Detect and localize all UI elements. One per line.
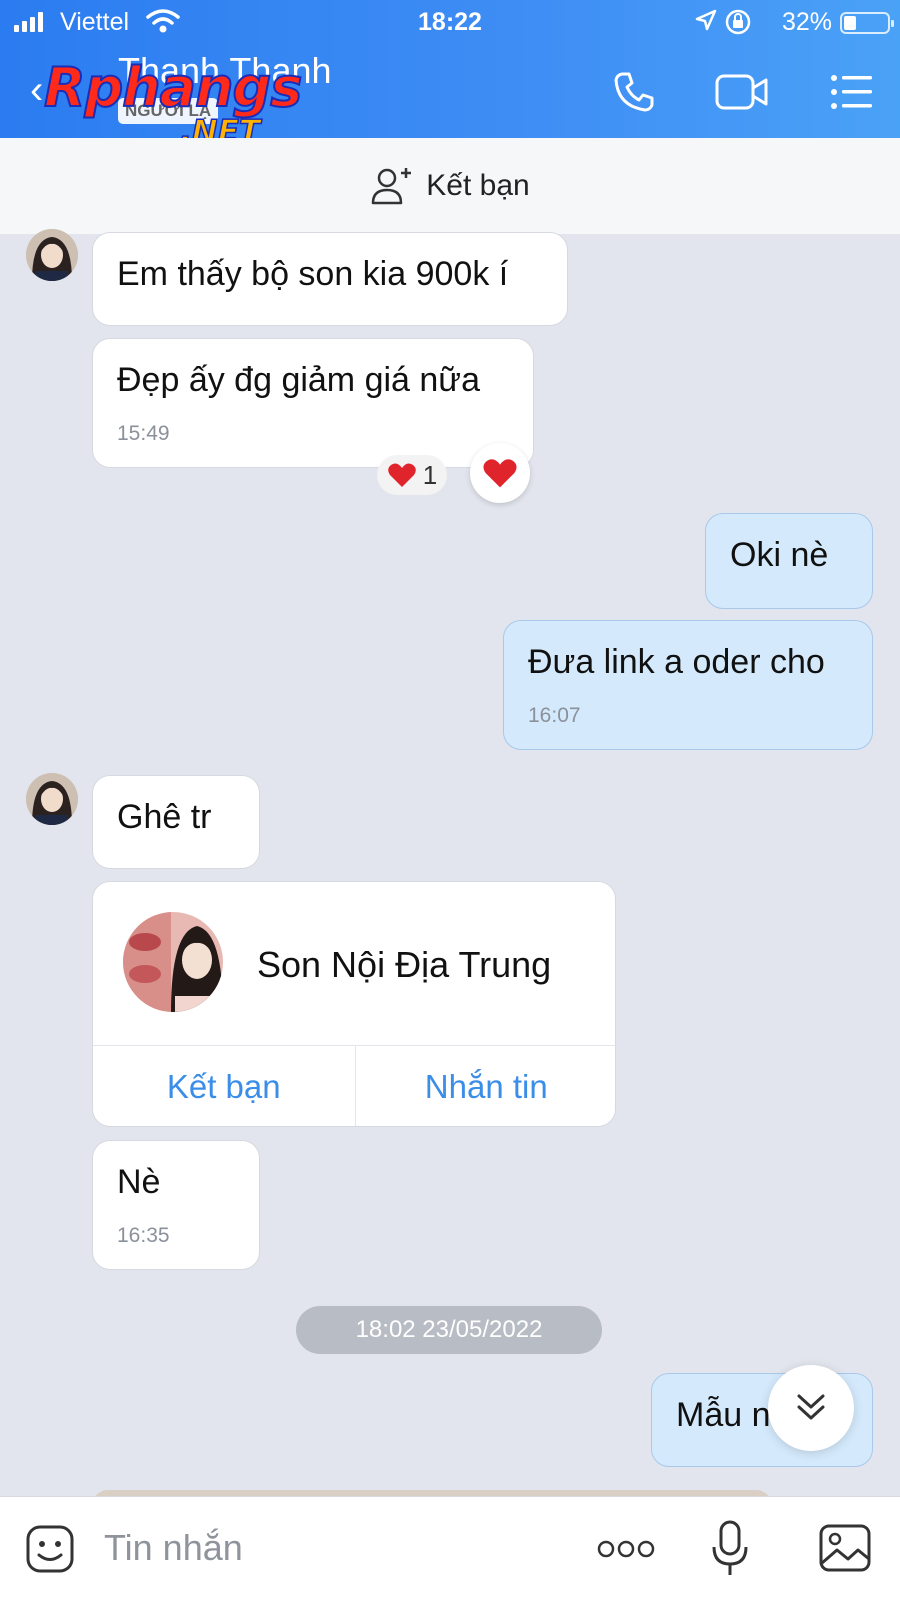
message-text: Đẹp ấy đg giảm giá nữa — [117, 361, 480, 399]
phone-icon[interactable] — [610, 68, 658, 116]
sticker-icon[interactable] — [24, 1523, 76, 1575]
battery-percent: 32% — [781, 8, 832, 36]
message-bubble-outgoing[interactable]: Oki nè — [705, 513, 873, 609]
message-bubble-incoming[interactable]: Nè 16:35 — [92, 1140, 260, 1270]
more-icon[interactable] — [596, 1535, 656, 1563]
rotation-lock-icon — [725, 9, 751, 35]
message-input[interactable]: Tin nhắn — [104, 1527, 243, 1569]
chat-header: Viettel 18:22 32% ‹ Thanh Thanh NGƯỜI LẠ… — [0, 0, 900, 151]
message-text: Đưa link a oder cho — [528, 643, 825, 681]
image-icon[interactable] — [818, 1523, 872, 1573]
mic-icon[interactable] — [710, 1519, 750, 1579]
heart-icon — [387, 463, 416, 487]
clock: 18:22 — [418, 8, 482, 36]
message-input-bar: Tin nhắn — [0, 1496, 900, 1600]
contact-card[interactable]: Son Nội Địa Trung Kết bạn Nhắn tin — [92, 881, 616, 1127]
scroll-to-bottom-button[interactable] — [768, 1365, 854, 1451]
message-text: Ghê tr — [117, 798, 212, 836]
message-text: Nè — [117, 1163, 161, 1201]
message-time: 15:49 — [117, 422, 170, 445]
date-separator: 18:02 23/05/2022 — [296, 1306, 602, 1354]
card-add-friend-button[interactable]: Kết bạn — [93, 1046, 355, 1126]
avatar[interactable] — [26, 773, 78, 825]
logo-main: Rphangs — [43, 55, 303, 120]
message-text: Em thấy bộ son kia 900k í — [117, 255, 509, 293]
status-bar: Viettel 18:22 32% — [0, 0, 900, 44]
battery-icon — [840, 12, 894, 34]
location-icon — [695, 9, 717, 31]
add-friend-bar[interactable]: Kết bạn — [0, 138, 900, 234]
back-icon[interactable]: ‹ — [30, 68, 43, 113]
message-bubble-incoming[interactable]: Ghê tr — [92, 775, 260, 869]
card-message-button[interactable]: Nhắn tin — [354, 1046, 616, 1126]
contact-card-actions: Kết bạn Nhắn tin — [93, 1045, 616, 1126]
message-bubble-outgoing[interactable]: Đưa link a oder cho 16:07 — [503, 620, 873, 750]
reaction-summary[interactable]: 1 — [377, 455, 447, 495]
contact-card-name: Son Nội Địa Trung — [257, 944, 552, 985]
contact-card-avatar — [123, 912, 223, 1012]
message-time: 16:35 — [117, 1224, 170, 1247]
menu-icon[interactable] — [828, 68, 876, 116]
chevron-down-icon — [797, 1394, 825, 1420]
react-button[interactable] — [470, 443, 530, 503]
heart-icon — [483, 459, 517, 488]
add-friend-label: Kết bạn — [426, 169, 530, 202]
message-time: 16:07 — [528, 704, 581, 727]
message-text: Oki nè — [730, 536, 829, 574]
message-bubble-incoming[interactable]: Em thấy bộ son kia 900k í — [92, 232, 568, 326]
avatar[interactable] — [26, 229, 78, 281]
video-icon[interactable] — [714, 68, 770, 116]
message-bubble-incoming[interactable]: Đẹp ấy đg giảm giá nữa 15:49 — [92, 338, 534, 468]
add-friend-icon — [372, 168, 412, 205]
reaction-count: 1 — [422, 459, 438, 490]
message-text: Mẫu n — [676, 1396, 771, 1434]
